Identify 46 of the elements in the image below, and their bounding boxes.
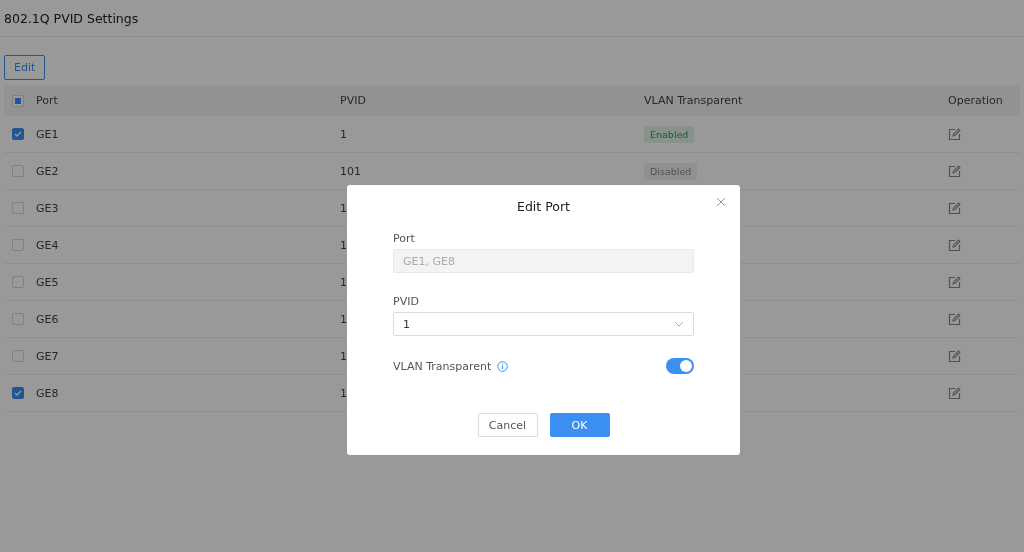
edit-icon[interactable] <box>948 127 961 141</box>
table-cell: 1 <box>340 275 347 289</box>
table-cell: GE8 <box>36 386 59 400</box>
table-cell: GE6 <box>36 312 59 326</box>
field-label: VLAN Transparent <box>393 359 492 373</box>
edit-icon[interactable] <box>948 386 961 400</box>
row-checkbox[interactable] <box>12 128 24 140</box>
table-cell: 1 <box>340 312 347 326</box>
status-tag: Disabled <box>644 162 698 180</box>
table-cell: GE1 <box>36 127 59 141</box>
close-button[interactable] <box>716 197 726 207</box>
table-cell: 101 <box>340 164 361 178</box>
edit-icon[interactable] <box>948 312 961 326</box>
info-icon[interactable] <box>497 360 509 372</box>
column-header: PVID <box>340 94 366 107</box>
column-header: Operation <box>948 94 1003 107</box>
table-cell: 1 <box>340 127 347 141</box>
status-tag: Enabled <box>644 125 695 143</box>
dialog-title: Edit Port <box>517 199 570 214</box>
table-cell: 1 <box>340 201 347 215</box>
field-label: PVID <box>393 295 420 308</box>
page-title: 802.1Q PVID Settings <box>0 0 1024 37</box>
table-cell: GE4 <box>36 238 59 252</box>
ok-button[interactable]: OK <box>549 413 610 437</box>
table-cell: GE3 <box>36 201 59 215</box>
edit-icon[interactable] <box>948 164 961 178</box>
edit-button[interactable]: Edit <box>4 55 46 80</box>
table-cell: 1 <box>340 238 347 252</box>
pvid-select[interactable]: 1 <box>393 312 694 336</box>
row-checkbox[interactable] <box>12 387 24 399</box>
edit-icon[interactable] <box>948 238 961 252</box>
edit-icon[interactable] <box>948 349 961 363</box>
table-cell: GE5 <box>36 275 59 289</box>
table-cell: GE7 <box>36 349 59 363</box>
column-header: Port <box>36 94 58 107</box>
column-header: VLAN Transparent <box>644 94 743 107</box>
toggle-switch[interactable] <box>666 358 694 374</box>
chevron-down-icon <box>674 321 684 327</box>
table-cell: 1 <box>340 386 347 400</box>
select-all-checkbox[interactable] <box>12 94 24 107</box>
field-label: Port <box>393 232 416 245</box>
cancel-button[interactable]: Cancel <box>477 413 538 437</box>
table-cell: GE2 <box>36 164 59 178</box>
edit-icon[interactable] <box>948 275 961 289</box>
edit-icon[interactable] <box>948 201 961 215</box>
table-cell: 1 <box>340 349 347 363</box>
